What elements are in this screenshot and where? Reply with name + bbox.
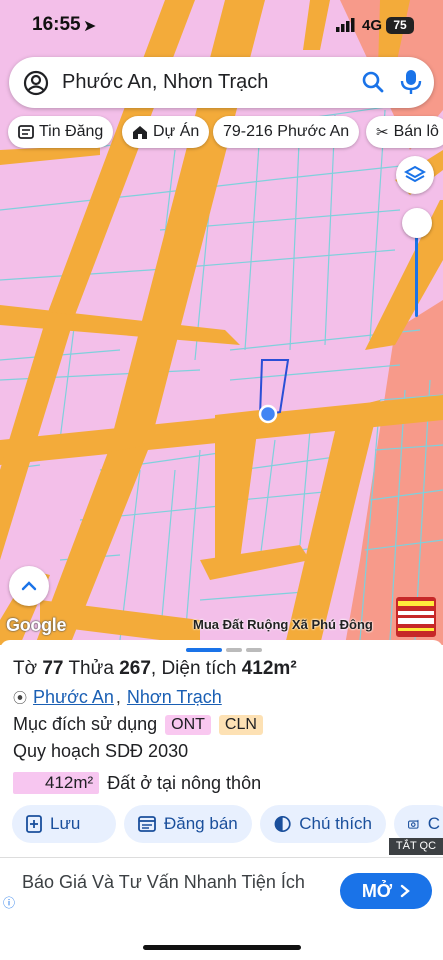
expand-up-button[interactable]	[9, 566, 49, 606]
land-plan-row: 412m² Đất ở tại nông thôn	[13, 772, 261, 794]
home-indicator[interactable]	[143, 945, 301, 950]
tools-icon: ✂	[376, 124, 389, 141]
purpose-tag-cln: CLN	[218, 714, 263, 735]
plan-area: 412m²	[13, 772, 100, 794]
parcel-title: Tờ 77 Thửa 267, Diện tích 412m²	[13, 658, 297, 679]
chevron-right-icon	[400, 884, 411, 898]
layers-icon	[404, 165, 426, 183]
land-plan-heading: Quy hoạch SDĐ 2030	[13, 741, 189, 761]
status-time: 16:55	[32, 14, 81, 35]
action-buttons: Lưu Đăng bán Chú thích C	[0, 805, 443, 843]
map-view[interactable]: 16:55 ➤ 4G 75 Phước An, Nhơn Trạch Tin Đ…	[0, 0, 443, 645]
microphone-icon[interactable]	[400, 68, 422, 96]
close-ad-button[interactable]: TẮT QC	[389, 838, 443, 855]
layers-button[interactable]	[396, 156, 434, 194]
signal-icon	[336, 18, 355, 32]
listing-icon	[18, 125, 34, 139]
map-ad-thumbnail[interactable]	[396, 597, 436, 637]
account-icon[interactable]	[23, 70, 49, 96]
location-pin-icon: ⦿	[13, 689, 27, 706]
legend-icon	[274, 815, 291, 833]
google-logo: Google	[6, 615, 67, 635]
location-arrow-icon: ➤	[83, 18, 97, 35]
camera-icon	[408, 819, 419, 829]
chip-du-an[interactable]: Dự Án	[122, 116, 210, 148]
network-type: 4G	[362, 17, 383, 34]
search-icon[interactable]	[361, 70, 385, 94]
chip-label: Tin Đăng	[39, 123, 104, 140]
chip-location-code[interactable]: 79-216 Phước An	[213, 116, 360, 148]
ad-open-button[interactable]: MỞ	[340, 873, 432, 909]
ad-info-icon[interactable]: ⓘ	[3, 894, 15, 911]
search-bar[interactable]: Phước An, Nhơn Trạch	[9, 57, 434, 108]
battery-indicator: 75	[386, 17, 414, 34]
ad-text: Báo Giá Và Tư Vấn Nhanh Tiện Ích	[22, 872, 305, 892]
chip-tin-dang[interactable]: Tin Đăng	[8, 116, 114, 148]
parcel-address: ⦿ Phước An, Nhơn Trạch	[13, 687, 222, 708]
save-button[interactable]: Lưu	[12, 805, 116, 843]
chevron-up-icon	[21, 581, 37, 591]
plan-description: Đất ở tại nông thôn	[107, 772, 262, 793]
purpose-tag-ont: ONT	[165, 714, 211, 735]
chip-label: Dự Án	[153, 123, 200, 140]
district-link[interactable]: Nhơn Trạch	[127, 687, 222, 708]
ward-link[interactable]: Phước An	[33, 687, 114, 708]
legend-button[interactable]: Chú thích	[260, 805, 386, 843]
chip-label: 79-216 Phước An	[223, 123, 350, 140]
search-query[interactable]: Phước An, Nhơn Trạch	[62, 71, 268, 94]
chip-ban-lo[interactable]: ✂ Bán lô	[366, 116, 443, 148]
house-icon	[133, 125, 147, 139]
save-icon	[26, 815, 42, 833]
sheet-page-indicator[interactable]	[186, 648, 262, 652]
opacity-slider-knob[interactable]	[402, 208, 432, 238]
ad-banner[interactable]: ⓘ Báo Giá Và Tư Vấn Nhanh Tiện Ích MỞ	[0, 857, 443, 921]
status-bar: 16:55 ➤ 4G 75	[0, 0, 443, 50]
post-for-sale-button[interactable]: Đăng bán	[124, 805, 252, 843]
land-use-purpose: Mục đích sử dụng ONT CLN	[13, 714, 263, 735]
current-location-dot	[258, 404, 278, 424]
map-ad-label[interactable]: Mua Đất Ruộng Xã Phú Đông	[193, 617, 373, 632]
post-icon	[138, 816, 156, 832]
filter-chips: Tin Đăng Dự Án 79-216 Phước An ✂ Bán lô	[0, 116, 443, 150]
chip-label: Bán lô	[393, 123, 439, 140]
